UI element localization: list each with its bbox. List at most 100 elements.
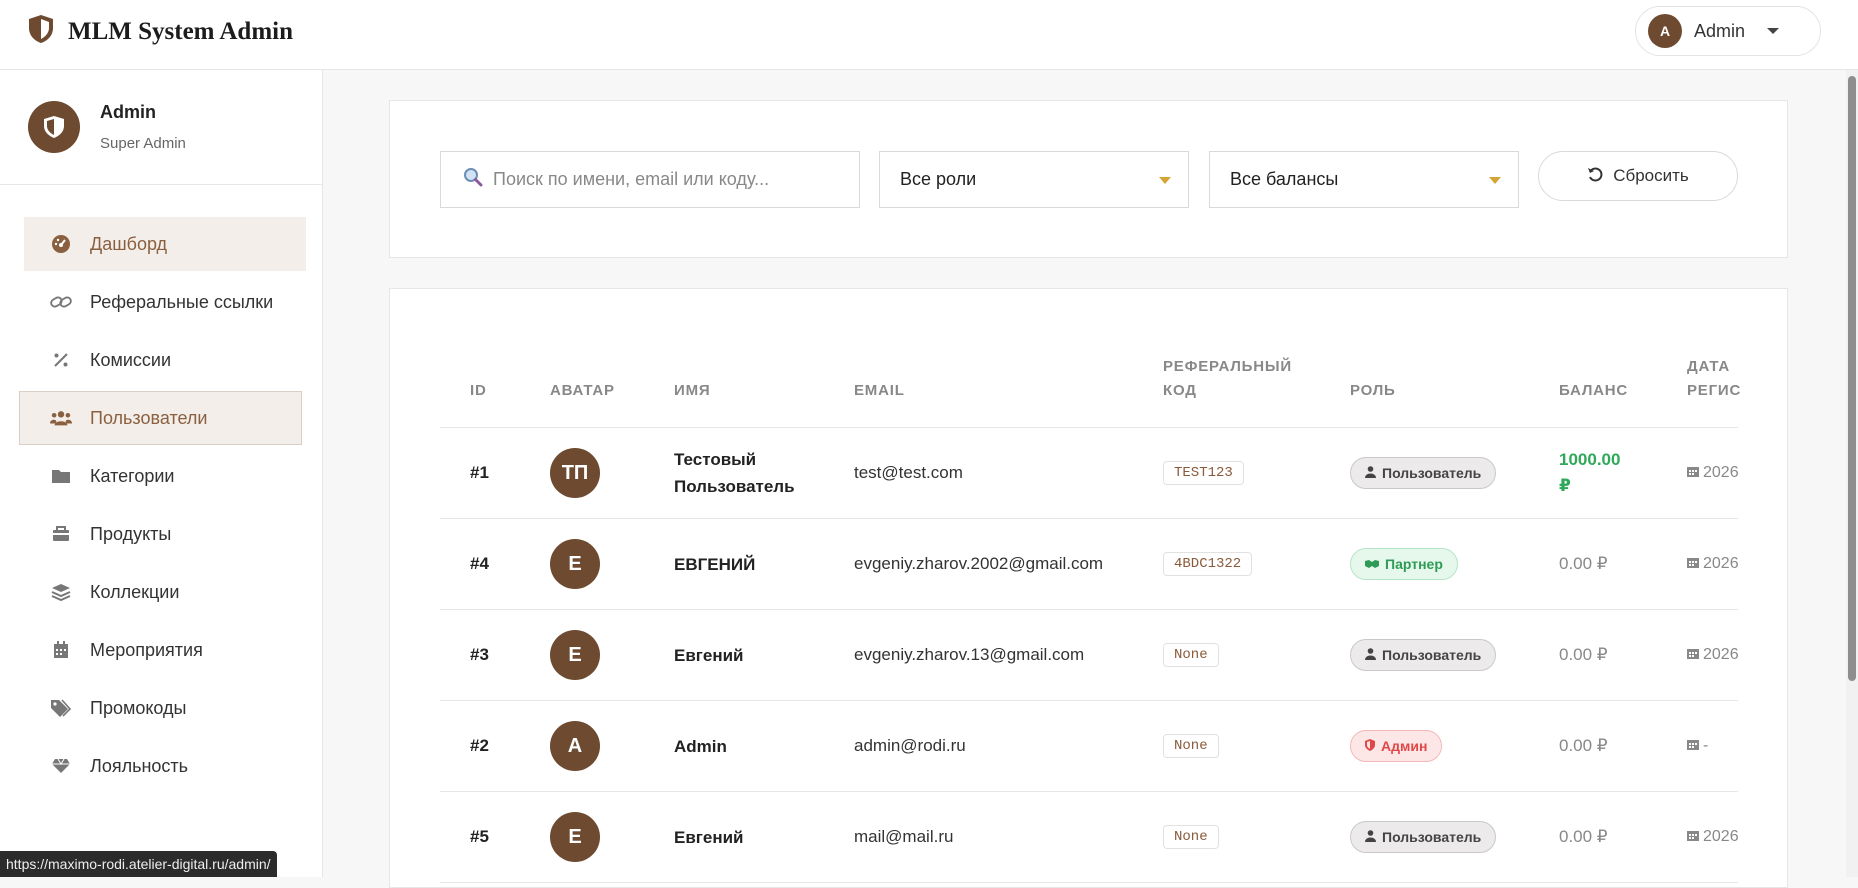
row-balance-currency: ₽: [1559, 476, 1571, 495]
row-email: evgeniy.zharov.2002@gmail.com: [854, 554, 1104, 573]
user-icon: [1365, 647, 1376, 663]
table-row[interactable]: #4 Е ЕВГЕНИЙ evgeniy.zharov.2002@gmail.c…: [440, 519, 1739, 610]
row-date: 2026: [1687, 610, 1739, 700]
chevron-down-icon: [1159, 177, 1171, 184]
profile-name: Admin: [100, 102, 156, 122]
row-date-value: 2026: [1703, 555, 1739, 572]
row-name[interactable]: Admin: [674, 701, 727, 791]
sidebar-item-users[interactable]: Пользователи: [19, 391, 302, 445]
search-input[interactable]: [493, 169, 853, 190]
column-header-ref-code[interactable]: РЕФЕРАЛЬНЫЙ КОД: [1163, 355, 1292, 403]
page-scrollbar[interactable]: [1846, 70, 1858, 877]
calendar-icon: [1687, 646, 1699, 664]
dashboard-icon: [50, 234, 72, 254]
referral-code-badge: 4BDC1322: [1163, 552, 1253, 576]
column-header-email[interactable]: EMAIL: [854, 379, 905, 403]
shield-icon: [1365, 738, 1375, 754]
user-menu-button[interactable]: A Admin: [1635, 6, 1821, 56]
role-label: Пользователь: [1382, 829, 1482, 845]
avatar: A: [550, 721, 600, 771]
column-header-name[interactable]: ИМЯ: [674, 379, 710, 403]
row-email: evgeniy.zharov.13@gmail.com: [854, 645, 1085, 664]
row-name-line2: Пользователь: [674, 477, 795, 496]
role-filter-select[interactable]: Все роли: [879, 151, 1189, 208]
row-id: #4: [470, 554, 489, 573]
scrollbar-thumb[interactable]: [1848, 76, 1856, 681]
sidebar-item-events[interactable]: Мероприятия: [0, 623, 322, 677]
role-label: Партнер: [1385, 556, 1443, 572]
role-badge: Админ: [1350, 730, 1443, 762]
sidebar-nav: Дашборд Реферальные ссылки Комиссии Поль…: [0, 185, 322, 793]
table-row[interactable]: #2 A Admin admin@rodi.ru None Админ 0.00…: [440, 701, 1738, 792]
row-id: #1: [470, 463, 489, 482]
filters-card: Все роли Все балансы Сбросить: [389, 100, 1788, 258]
table-row[interactable]: #1 ТП Тестовый Пользователь test@test.com…: [440, 428, 1739, 519]
row-email: test@test.com: [854, 463, 963, 482]
handshake-icon: [1365, 556, 1379, 572]
referral-code-badge: None: [1163, 825, 1219, 849]
row-balance: 1000.00 ₽: [1559, 428, 1620, 518]
avatar: Е: [550, 630, 600, 680]
table-row[interactable]: #5 Е Евгений mail@mail.ru None Пользоват…: [440, 792, 1739, 883]
referral-code-badge: None: [1163, 734, 1219, 758]
role-label: Админ: [1381, 738, 1428, 754]
sidebar-item-collections[interactable]: Коллекции: [0, 565, 322, 619]
shield-icon: [28, 14, 54, 49]
table-row[interactable]: #3 Е Евгений evgeniy.zharov.13@gmail.com…: [440, 610, 1739, 701]
reset-button[interactable]: Сбросить: [1538, 151, 1738, 201]
profile-role: Super Admin: [100, 135, 186, 152]
sidebar-item-promocodes[interactable]: Промокоды: [0, 681, 322, 735]
row-name[interactable]: ЕВГЕНИЙ: [674, 519, 755, 609]
sidebar-item-loyalty[interactable]: Лояльность: [0, 739, 322, 793]
row-id: #5: [470, 827, 489, 846]
row-id: #3: [470, 645, 489, 664]
column-header-id[interactable]: ID: [470, 379, 487, 403]
sidebar-item-commissions[interactable]: Комиссии: [0, 333, 322, 387]
row-name[interactable]: Евгений: [674, 792, 744, 882]
row-date-value: 2026: [1703, 646, 1739, 663]
role-label: Пользователь: [1382, 647, 1482, 663]
sidebar-item-referral-links[interactable]: Реферальные ссылки: [0, 275, 322, 329]
balance-filter-value: Все балансы: [1230, 169, 1339, 189]
calendar-icon: [50, 641, 72, 659]
reset-label: Сбросить: [1613, 166, 1689, 185]
calendar-icon: [1687, 555, 1699, 573]
column-header-balance[interactable]: БАЛАНС: [1559, 379, 1628, 403]
column-header-date[interactable]: ДАТА РЕГИС: [1687, 355, 1741, 403]
balance-filter-select[interactable]: Все балансы: [1209, 151, 1519, 208]
row-date: 2026: [1687, 792, 1739, 882]
sidebar-item-label: Продукты: [90, 523, 172, 544]
sidebar-item-label: Пользователи: [90, 407, 208, 428]
sidebar-item-label: Реферальные ссылки: [90, 291, 274, 312]
search-icon: [463, 167, 483, 192]
sidebar-item-products[interactable]: Продукты: [0, 507, 322, 561]
calendar-icon: [1687, 737, 1699, 755]
sidebar-item-dashboard[interactable]: Дашборд: [24, 217, 306, 271]
sidebar: Admin Super Admin Дашборд Реферальные сс…: [0, 70, 323, 877]
chevron-down-icon: [1489, 177, 1501, 184]
sidebar-item-label: Коллекции: [90, 581, 180, 602]
percent-icon: [50, 352, 72, 368]
calendar-icon: [1687, 464, 1699, 482]
brand[interactable]: MLM System Admin: [28, 14, 293, 49]
sidebar-item-label: Дашборд: [90, 233, 168, 254]
chevron-down-icon: [1767, 28, 1780, 34]
table-header: ID АВАТАР ИМЯ EMAIL РЕФЕРАЛЬНЫЙ КОД РОЛЬ…: [440, 355, 1741, 428]
row-name[interactable]: Тестовый Пользователь: [674, 428, 795, 518]
search-box[interactable]: [440, 151, 860, 208]
avatar: Е: [550, 812, 600, 862]
column-header-date-line2: РЕГИС: [1687, 382, 1742, 399]
sidebar-item-categories[interactable]: Категории: [0, 449, 322, 503]
role-badge: Пользователь: [1350, 639, 1497, 671]
link-status-bar: https://maximo-rodi.atelier-digital.ru/a…: [0, 851, 277, 877]
row-balance: 0.00 ₽: [1559, 827, 1608, 846]
role-badge: Партнер: [1350, 548, 1458, 580]
undo-icon: [1587, 166, 1603, 187]
users-icon: [50, 409, 72, 427]
column-header-role[interactable]: РОЛЬ: [1350, 379, 1396, 403]
column-header-ref-code-line2: КОД: [1163, 382, 1197, 399]
row-name[interactable]: Евгений: [674, 610, 744, 700]
sidebar-profile: Admin Super Admin: [0, 70, 322, 185]
row-balance-amount: 1000.00: [1559, 450, 1621, 469]
row-email: admin@rodi.ru: [854, 736, 966, 755]
